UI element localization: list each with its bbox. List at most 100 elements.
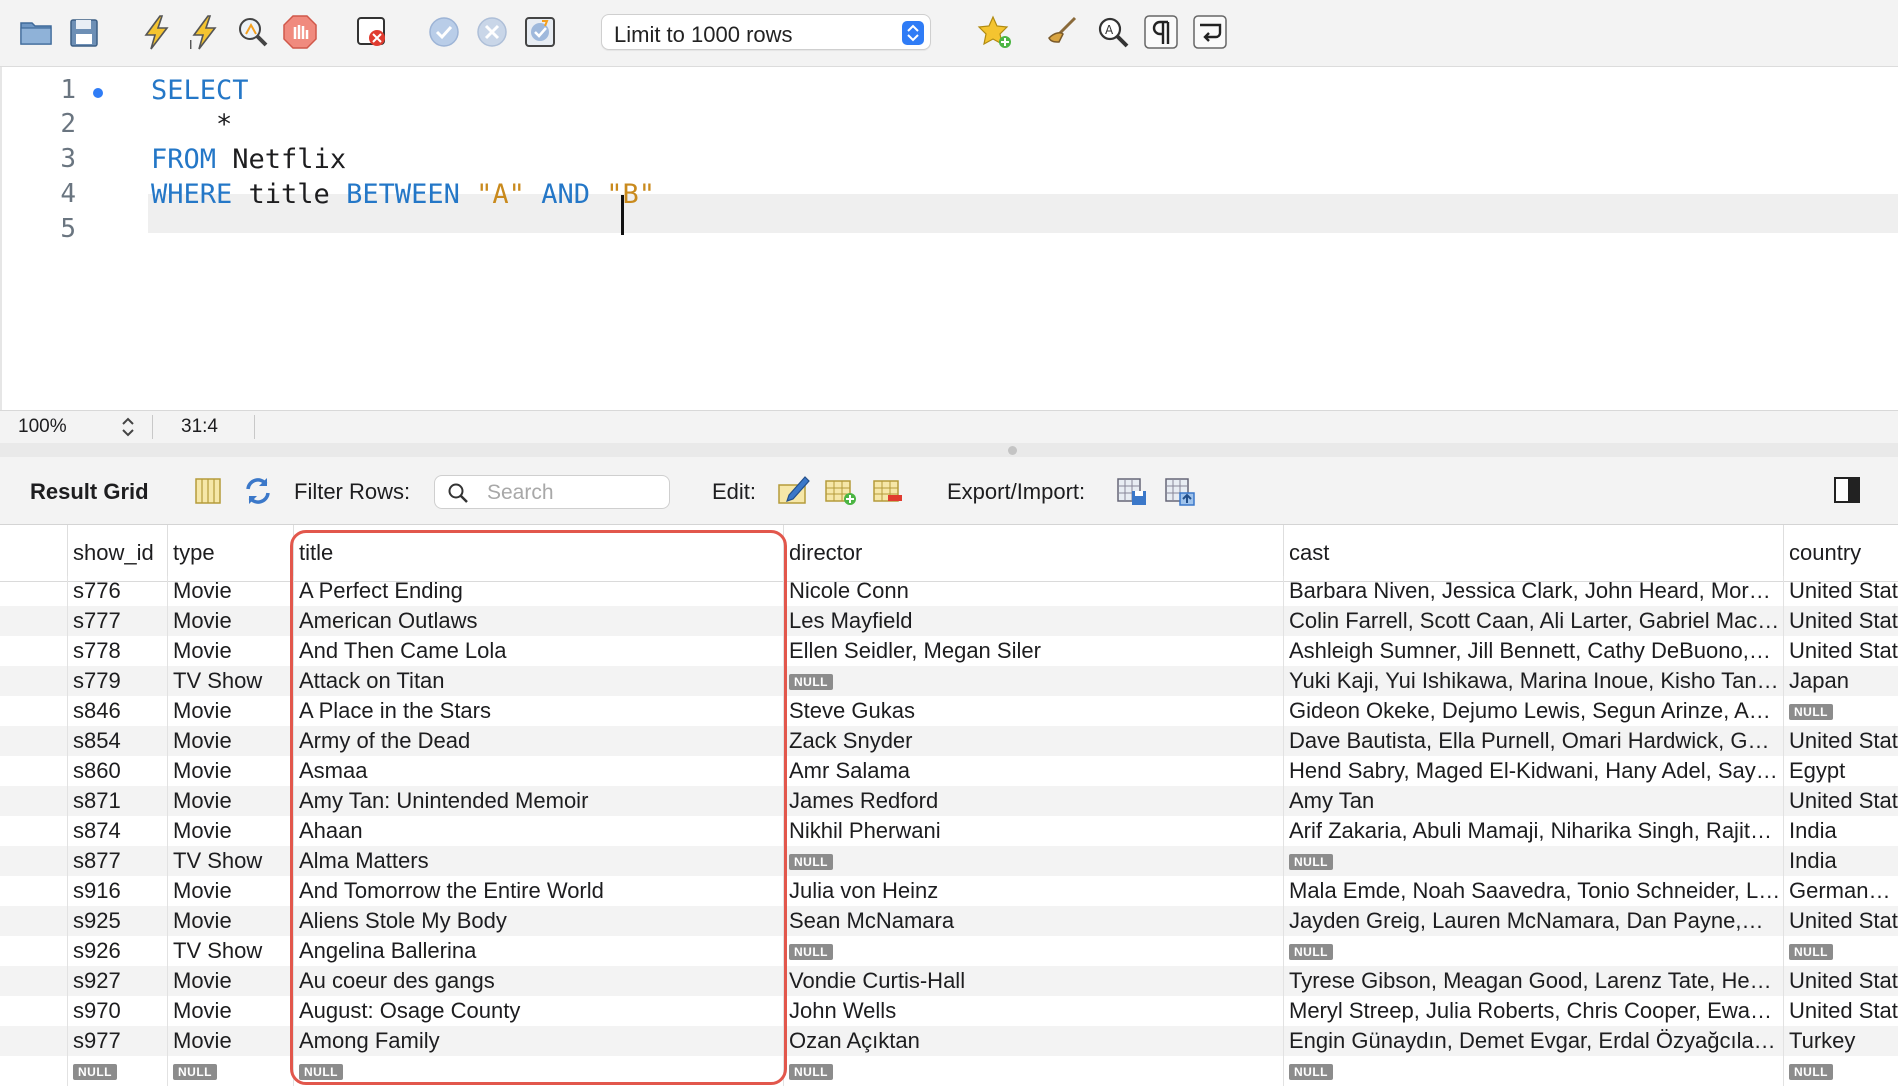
cell-cast[interactable]: NULL	[1283, 846, 1783, 876]
execute-icon[interactable]	[137, 12, 177, 52]
cell-title[interactable]: Asmaa	[293, 756, 783, 786]
cell-country[interactable]: Japan	[1783, 666, 1898, 696]
cell-director[interactable]: Zack Snyder	[783, 726, 1283, 756]
column-header-type[interactable]: type	[167, 525, 293, 581]
cell-country[interactable]: Turkey	[1783, 1026, 1898, 1056]
cell-country[interactable]: NULL	[1783, 1056, 1898, 1086]
cell-director[interactable]: NULL	[783, 936, 1283, 966]
cell-show-id[interactable]: s846	[67, 696, 167, 726]
cell-title[interactable]: Amy Tan: Unintended Memoir	[293, 786, 783, 816]
save-icon[interactable]	[64, 12, 104, 52]
invisible-chars-icon[interactable]	[1141, 12, 1181, 52]
cell-director[interactable]: Ozan Açıktan	[783, 1026, 1283, 1056]
table-row[interactable]: s925 Movie Aliens Stole My Body Sean McNama…	[0, 906, 1898, 936]
cell-title[interactable]: And Tomorrow the Entire World	[293, 876, 783, 906]
filter-search-field[interactable]	[434, 475, 670, 509]
table-row[interactable]: s777 Movie American Outlaws Les Mayfield Col…	[0, 606, 1898, 636]
cell-title[interactable]: NULL	[293, 1056, 783, 1086]
cell-show-id[interactable]: NULL	[67, 1056, 167, 1086]
cell-type[interactable]: Movie	[167, 996, 293, 1026]
cell-type[interactable]: Movie	[167, 1026, 293, 1056]
cell-country[interactable]: India	[1783, 816, 1898, 846]
column-header-title[interactable]: title	[293, 525, 783, 581]
cell-country[interactable]: India	[1783, 846, 1898, 876]
table-row[interactable]: s854 Movie Army of the Dead Zack Snyder Dave…	[0, 726, 1898, 756]
result-grid[interactable]: show_id type title director cast country…	[0, 525, 1898, 1092]
cell-cast[interactable]: Arif Zakaria, Abuli Mamaji, Niharika Sin…	[1283, 816, 1783, 846]
cell-director[interactable]: NULL	[783, 846, 1283, 876]
table-row[interactable]: s779 TV Show Attack on Titan NULL Yuki Kaji,…	[0, 666, 1898, 696]
cell-cast[interactable]: Jayden Greig, Lauren McNamara, Dan Payne…	[1283, 906, 1783, 936]
refresh-icon[interactable]	[240, 473, 276, 509]
cell-cast[interactable]: NULL	[1283, 936, 1783, 966]
import-icon[interactable]	[1162, 473, 1198, 509]
row-header[interactable]	[0, 936, 67, 966]
find-icon[interactable]: A	[1093, 12, 1133, 52]
cell-type[interactable]: Movie	[167, 726, 293, 756]
table-row[interactable]: s916 Movie And Tomorrow the Entire World Ju…	[0, 876, 1898, 906]
row-header[interactable]	[0, 846, 67, 876]
cell-country[interactable]: United Stat	[1783, 786, 1898, 816]
cell-type[interactable]: TV Show	[167, 666, 293, 696]
row-header[interactable]	[0, 966, 67, 996]
edit-row-icon[interactable]	[775, 473, 811, 509]
column-header-country[interactable]: country	[1783, 525, 1898, 581]
row-header[interactable]	[0, 906, 67, 936]
cell-title[interactable]: Alma Matters	[293, 846, 783, 876]
insert-row-icon[interactable]	[822, 473, 858, 509]
row-header[interactable]	[0, 996, 67, 1026]
cell-cast[interactable]: Gideon Okeke, Dejumo Lewis, Segun Arinze…	[1283, 696, 1783, 726]
cell-country[interactable]: United Stat	[1783, 606, 1898, 636]
cell-show-id[interactable]: s776	[67, 576, 167, 606]
cell-show-id[interactable]: s925	[67, 906, 167, 936]
cell-type[interactable]: Movie	[167, 696, 293, 726]
cell-show-id[interactable]: s871	[67, 786, 167, 816]
cell-type[interactable]: TV Show	[167, 936, 293, 966]
table-row[interactable]: s927 Movie Au coeur des gangs Vondie Curtis…	[0, 966, 1898, 996]
execute-current-icon[interactable]: I	[185, 12, 225, 52]
word-wrap-icon[interactable]	[1190, 12, 1230, 52]
cell-title[interactable]: Army of the Dead	[293, 726, 783, 756]
cell-type[interactable]: Movie	[167, 786, 293, 816]
stop-icon[interactable]	[280, 12, 320, 52]
cell-type[interactable]: Movie	[167, 906, 293, 936]
table-row[interactable]: s874 Movie Ahaan Nikhil Pherwani Arif Zakari…	[0, 816, 1898, 846]
cell-director[interactable]: Les Mayfield	[783, 606, 1283, 636]
explain-icon[interactable]	[232, 12, 272, 52]
cell-show-id[interactable]: s860	[67, 756, 167, 786]
panel-splitter[interactable]	[0, 443, 1898, 457]
cell-title[interactable]: Ahaan	[293, 816, 783, 846]
cell-show-id[interactable]: s778	[67, 636, 167, 666]
table-row[interactable]: s871 Movie Amy Tan: Unintended Memoir James…	[0, 786, 1898, 816]
cell-director[interactable]: Julia von Heinz	[783, 876, 1283, 906]
sql-editor[interactable]: 1 SELECT 2 * 3 FROM Netflix 4 WHERE titl…	[0, 67, 1898, 410]
table-row[interactable]: s846 Movie A Place in the Stars Steve Gukas…	[0, 696, 1898, 726]
cell-director[interactable]: NULL	[783, 1056, 1283, 1086]
cell-country[interactable]: United Stat	[1783, 966, 1898, 996]
cell-type[interactable]: Movie	[167, 966, 293, 996]
cell-cast[interactable]: Yuki Kaji, Yui Ishikawa, Marina Inoue, K…	[1283, 666, 1783, 696]
cell-show-id[interactable]: s926	[67, 936, 167, 966]
export-icon[interactable]	[1114, 473, 1150, 509]
code-line-5[interactable]: 5	[2, 210, 1898, 252]
row-header[interactable]	[0, 1056, 67, 1086]
cell-show-id[interactable]: s970	[67, 996, 167, 1026]
cell-country[interactable]: United Stat	[1783, 576, 1898, 606]
toggle-error-icon[interactable]	[352, 12, 392, 52]
cell-country[interactable]: NULL	[1783, 696, 1898, 726]
table-row[interactable]: s860 Movie Asmaa Amr Salama Hend Sabry, Mage…	[0, 756, 1898, 786]
cell-title[interactable]: Au coeur des gangs	[293, 966, 783, 996]
zoom-level[interactable]: 100%	[18, 416, 67, 438]
row-header[interactable]	[0, 696, 67, 726]
cell-director[interactable]: Steve Gukas	[783, 696, 1283, 726]
cell-cast[interactable]: Barbara Niven, Jessica Clark, John Heard…	[1283, 576, 1783, 606]
table-row[interactable]: s977 Movie Among Family Ozan Açıktan Engin G…	[0, 1026, 1898, 1056]
cell-director[interactable]: Amr Salama	[783, 756, 1283, 786]
cell-title[interactable]: And Then Came Lola	[293, 636, 783, 666]
cell-country[interactable]: United Stat	[1783, 726, 1898, 756]
cell-type[interactable]: Movie	[167, 756, 293, 786]
cell-type[interactable]: Movie	[167, 636, 293, 666]
table-row[interactable]: s877 TV Show Alma Matters NULL NULL India	[0, 846, 1898, 876]
row-header[interactable]	[0, 576, 67, 606]
cell-show-id[interactable]: s777	[67, 606, 167, 636]
